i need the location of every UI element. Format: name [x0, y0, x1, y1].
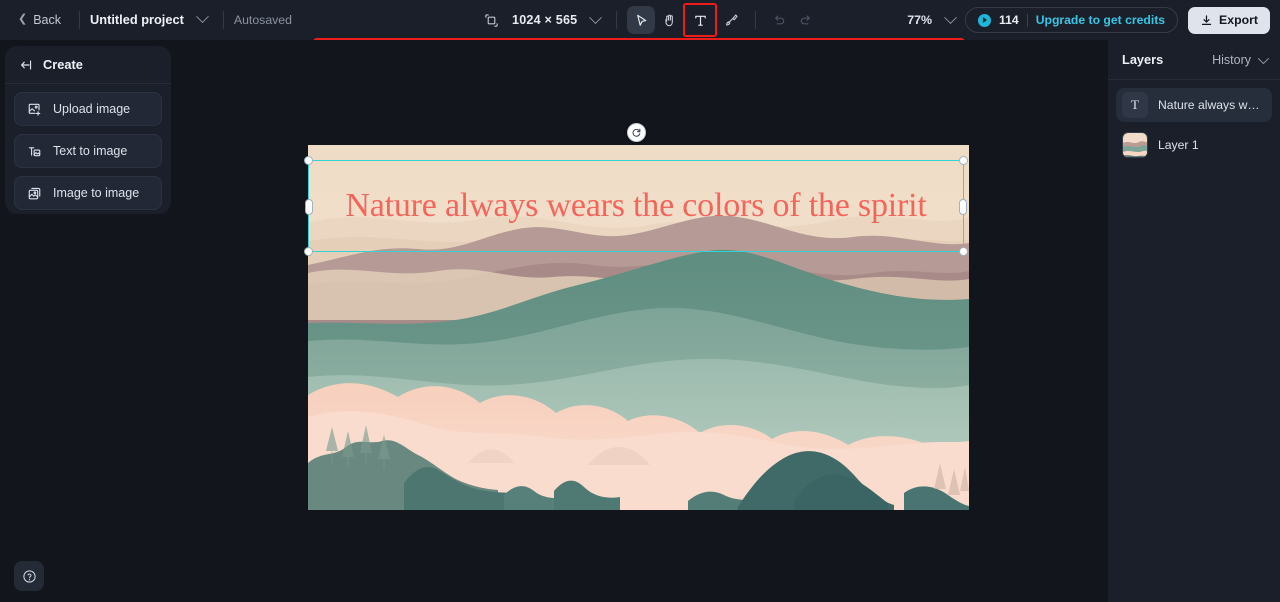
zoom-level: 77%	[907, 13, 933, 27]
autosaved-status: Autosaved	[233, 12, 292, 27]
collapse-panel-icon[interactable]	[19, 58, 33, 72]
layers-title[interactable]: Layers	[1122, 52, 1163, 67]
chevron-down-icon	[589, 10, 603, 24]
create-panel-body: Upload image Text to image Image to imag…	[5, 84, 171, 214]
divider	[616, 11, 618, 29]
upload-image-icon	[28, 103, 41, 116]
select-tool[interactable]	[627, 6, 656, 34]
topbar-center-group: 1024 × 565	[478, 0, 818, 40]
layer-thumbnail	[1122, 132, 1148, 158]
create-panel-title: Create	[43, 57, 83, 72]
brush-tool[interactable]	[717, 6, 745, 34]
upgrade-link[interactable]: Upgrade to get credits	[1036, 13, 1165, 27]
divider	[755, 11, 757, 29]
create-panel: Create Upload image Text to image Image …	[5, 46, 171, 214]
download-icon	[1201, 14, 1212, 25]
text-tool-highlight	[683, 3, 718, 37]
text-to-image-icon	[28, 146, 41, 156]
zoom-dropdown[interactable]	[932, 10, 961, 29]
chevron-down-icon	[944, 10, 957, 24]
redo-button[interactable]	[792, 7, 818, 33]
layers-panel: Layers History T Nature always w… Layer …	[1108, 40, 1280, 602]
back-label: Back	[33, 12, 62, 27]
divider	[1026, 13, 1028, 27]
chevron-left-icon: ❮	[18, 13, 28, 25]
credits-pill[interactable]: 114 Upgrade to get credits	[965, 7, 1179, 33]
text-to-image-label: Text to image	[53, 144, 128, 158]
chevron-down-icon	[196, 10, 209, 24]
landscape-artwork	[308, 145, 969, 510]
image-editor-app: ❮ Back Untitled project Autosaved 1024 ×…	[0, 0, 1280, 602]
rotate-handle[interactable]	[627, 123, 646, 142]
history-label: History	[1212, 52, 1251, 67]
help-button[interactable]	[14, 561, 44, 591]
topbar-right-group: 77% 114 Upgrade to get credits Export	[907, 0, 1270, 40]
upload-image-label: Upload image	[53, 102, 131, 116]
canvas-size-value: 1024 × 565	[512, 13, 578, 27]
text-layer-icon: T	[1122, 92, 1148, 118]
credits-count: 114	[999, 13, 1019, 27]
project-menu-button[interactable]	[184, 10, 213, 28]
upload-image-button[interactable]: Upload image	[14, 92, 162, 126]
image-to-image-label: Image to image	[53, 186, 140, 200]
crop-icon[interactable]	[478, 7, 504, 33]
project-name[interactable]: Untitled project	[90, 12, 184, 27]
text-tool[interactable]	[686, 6, 714, 34]
topbar-left-group: ❮ Back Untitled project Autosaved	[0, 8, 292, 32]
credit-coin-icon	[978, 13, 992, 27]
help-icon	[22, 569, 36, 583]
layer-row-image[interactable]: Layer 1	[1116, 128, 1272, 162]
history-tab[interactable]: History	[1212, 52, 1270, 67]
text-to-image-button[interactable]: Text to image	[14, 134, 162, 168]
rotate-icon	[632, 128, 641, 137]
layer-name: Nature always w…	[1158, 98, 1260, 112]
export-button[interactable]: Export	[1188, 6, 1270, 34]
image-to-image-button[interactable]: Image to image	[14, 176, 162, 210]
top-toolbar: ❮ Back Untitled project Autosaved 1024 ×…	[0, 0, 1280, 40]
canvas-area[interactable]: Nature always wears the colors of the sp…	[172, 40, 1108, 602]
create-panel-header: Create	[5, 46, 171, 84]
hand-tool[interactable]	[655, 6, 683, 34]
undo-button[interactable]	[766, 7, 792, 33]
export-label: Export	[1219, 13, 1258, 27]
artboard[interactable]	[308, 145, 969, 510]
divider	[79, 10, 81, 29]
layer-name: Layer 1	[1158, 138, 1199, 152]
chevron-down-icon	[1257, 52, 1270, 64]
layers-panel-header: Layers History	[1108, 40, 1280, 80]
layer-row-text[interactable]: T Nature always w…	[1116, 88, 1272, 122]
canvas-size-dropdown[interactable]	[577, 10, 606, 29]
image-to-image-icon	[28, 187, 41, 199]
back-button[interactable]: ❮ Back	[10, 8, 69, 32]
layer-thumbnail-preview	[1123, 133, 1147, 157]
divider	[222, 10, 224, 29]
layers-list: T Nature always w… Layer 1	[1108, 80, 1280, 170]
